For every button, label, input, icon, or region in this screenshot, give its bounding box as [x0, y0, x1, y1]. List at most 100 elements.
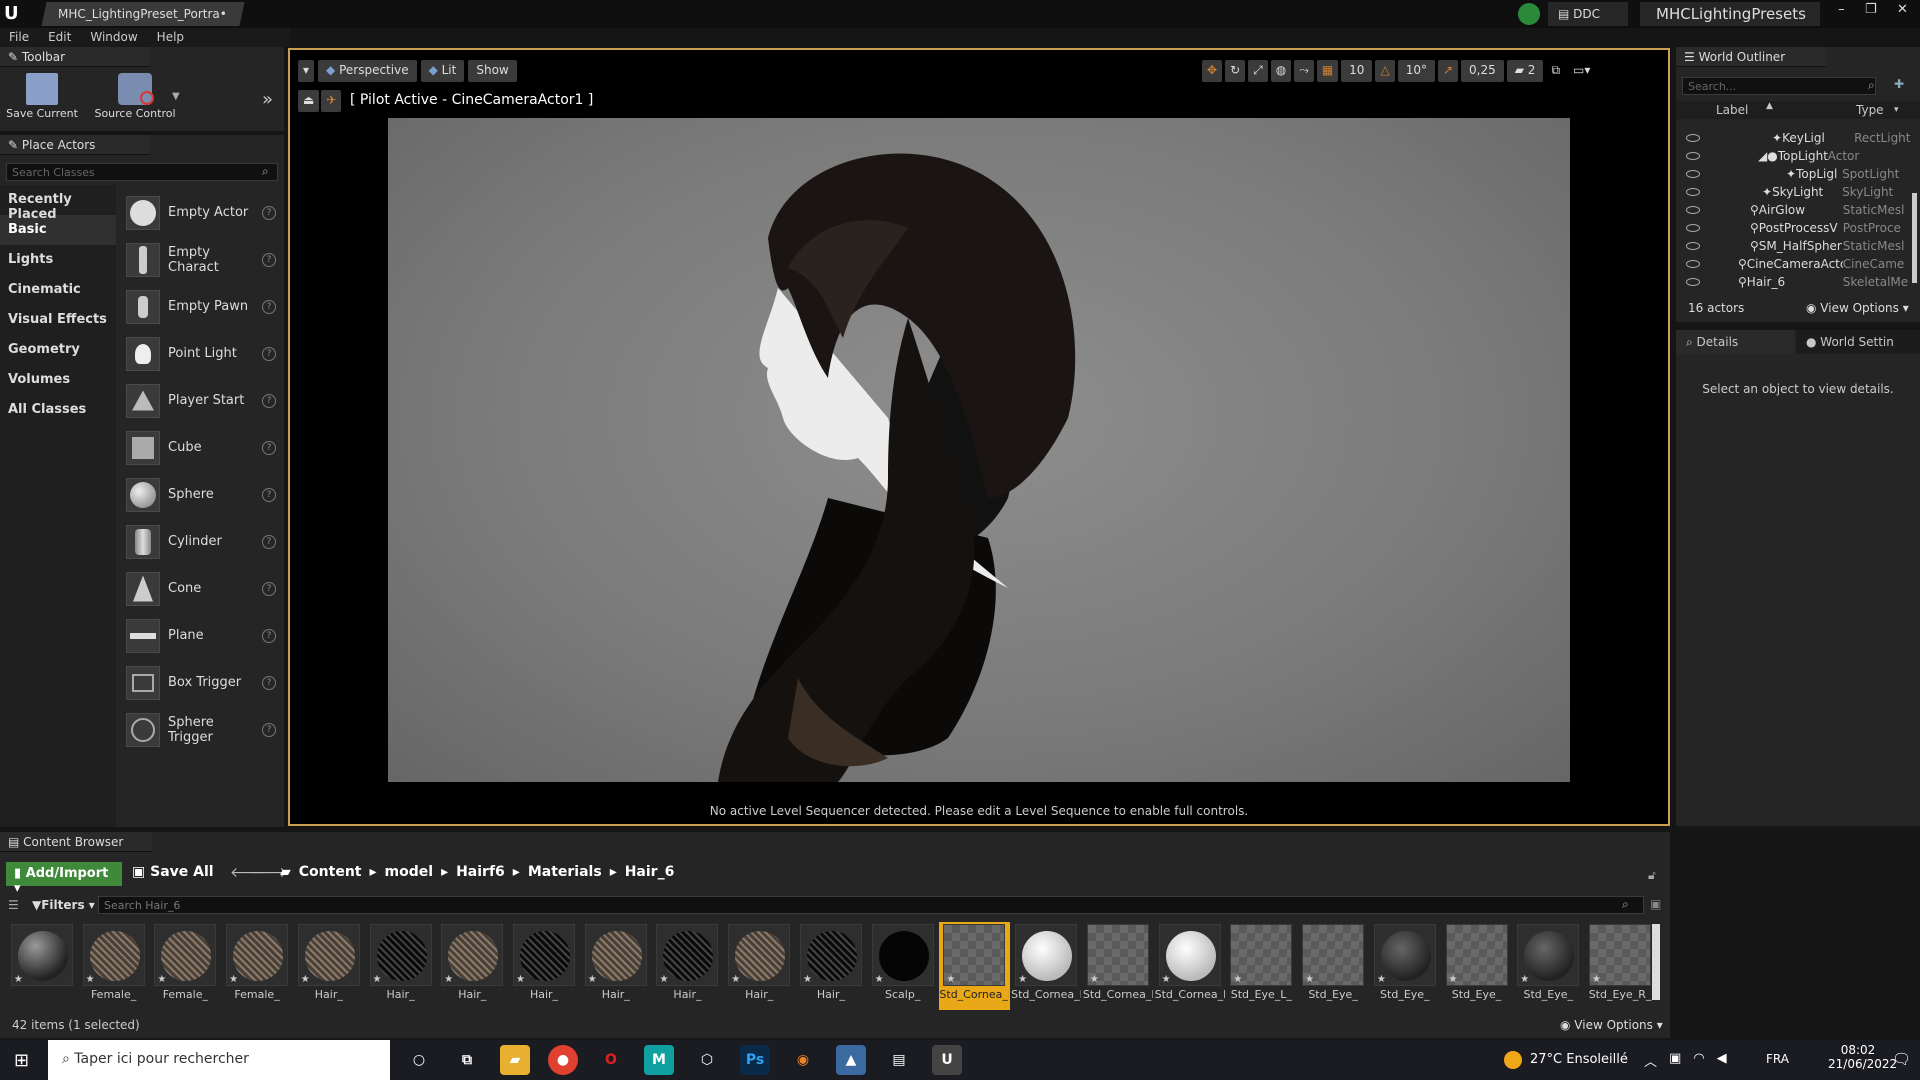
- actor-player-start[interactable]: Player Start?: [118, 377, 284, 424]
- category-volumes[interactable]: Volumes: [0, 365, 116, 395]
- breadcrumb-arrow-icon[interactable]: ▸: [610, 864, 617, 880]
- favorite-star-icon[interactable]: ★: [588, 974, 597, 985]
- maximize-icon[interactable]: ❐: [1865, 2, 1877, 22]
- outliner-row[interactable]: ✦ KeyLigl RectLight: [1676, 129, 1914, 147]
- 3d-viewer-icon[interactable]: ⬡: [692, 1045, 722, 1075]
- asset-tile[interactable]: ★ Female_: [78, 922, 150, 1010]
- category-lights[interactable]: Lights: [0, 245, 116, 275]
- scale-snap-icon[interactable]: ↗: [1437, 60, 1459, 82]
- surface-snap-icon[interactable]: ⤳: [1294, 60, 1314, 82]
- file-explorer-icon[interactable]: ▰: [500, 1045, 530, 1075]
- favorite-star-icon[interactable]: ★: [229, 974, 238, 985]
- clock[interactable]: 08:02 21/06/2022: [1828, 1043, 1897, 1071]
- favorite-star-icon[interactable]: ★: [1377, 974, 1386, 985]
- asset-tile[interactable]: ★ Female_: [149, 922, 221, 1010]
- asset-tile[interactable]: ★ Std_Cornea_L: [938, 922, 1011, 1010]
- outliner-row[interactable]: ✦ SkyLight SkyLight: [1676, 183, 1914, 201]
- menu-help[interactable]: Help: [148, 28, 194, 44]
- actor-point-light[interactable]: Point Light?: [118, 330, 284, 377]
- help-icon[interactable]: ?: [262, 440, 276, 455]
- ddc-indicator[interactable]: ▤ DDC: [1548, 2, 1628, 26]
- outliner-search-input[interactable]: Search...: [1682, 77, 1876, 95]
- content-view-options[interactable]: ◉ View Options ▾: [1560, 1018, 1663, 1032]
- eject-icon[interactable]: ⏏: [298, 90, 320, 112]
- outliner-row[interactable]: ✦ TopLigl SpotLight: [1676, 165, 1914, 183]
- asset-tile[interactable]: ★ Std_Cornea_L: [1010, 922, 1082, 1010]
- windows-start-icon[interactable]: ⊞: [14, 1050, 29, 1071]
- favorite-star-icon[interactable]: ★: [14, 974, 23, 985]
- help-icon[interactable]: ?: [262, 675, 276, 690]
- source-control-dropdown-icon[interactable]: ▼: [172, 91, 180, 102]
- breadcrumb-content[interactable]: Content: [299, 864, 362, 880]
- actor-plane[interactable]: Plane?: [118, 612, 284, 659]
- weather-text[interactable]: 27°C Ensoleillé: [1530, 1052, 1628, 1067]
- actor-sphere-trigger[interactable]: Sphere Trigger?: [118, 706, 284, 753]
- favorite-star-icon[interactable]: ★: [157, 974, 166, 985]
- visibility-eye-icon[interactable]: [1686, 170, 1700, 178]
- world-outliner-tab[interactable]: ☰ World Outliner: [1676, 47, 1826, 67]
- menu-edit[interactable]: Edit: [39, 28, 81, 44]
- search-icon[interactable]: ⌕: [262, 164, 269, 179]
- photos-icon[interactable]: ▲: [836, 1045, 866, 1075]
- asset-tile[interactable]: ★ Std_Eye_: [1441, 922, 1513, 1010]
- grid-snap-icon[interactable]: ▦: [1316, 60, 1339, 82]
- chrome-icon[interactable]: ●: [548, 1045, 578, 1075]
- lock-icon[interactable]: 🔓︎: [1648, 868, 1656, 883]
- help-icon[interactable]: ?: [262, 252, 276, 267]
- breadcrumb-hairf6[interactable]: Hairf6: [456, 864, 505, 880]
- asset-tile[interactable]: ★ Hair_: [436, 922, 508, 1010]
- help-icon[interactable]: ?: [262, 722, 276, 737]
- favorite-star-icon[interactable]: ★: [301, 974, 310, 985]
- actor-cone[interactable]: Cone?: [118, 565, 284, 612]
- visibility-eye-icon[interactable]: [1686, 188, 1700, 196]
- favorite-star-icon[interactable]: ★: [516, 974, 525, 985]
- network-icon[interactable]: ▣: [1669, 1051, 1681, 1070]
- visibility-eye-icon[interactable]: [1686, 278, 1700, 286]
- wifi-icon[interactable]: ◠: [1693, 1051, 1704, 1070]
- blender-icon[interactable]: ◉: [788, 1045, 818, 1075]
- photoshop-icon[interactable]: Ps: [740, 1045, 770, 1075]
- favorite-star-icon[interactable]: ★: [1233, 974, 1242, 985]
- cortana-icon[interactable]: ○: [404, 1045, 434, 1075]
- minimize-icon[interactable]: –: [1838, 2, 1845, 22]
- category-visual-effects[interactable]: Visual Effects: [0, 305, 116, 335]
- outliner-row[interactable]: ⚲ AirGlow StaticMesl: [1676, 201, 1914, 219]
- asset-tile[interactable]: ★ Hair_: [365, 922, 437, 1010]
- help-icon[interactable]: ?: [262, 628, 276, 643]
- source-control-button[interactable]: Source Control: [88, 71, 182, 135]
- breadcrumb-materials[interactable]: Materials: [528, 864, 602, 880]
- visibility-eye-icon[interactable]: [1686, 242, 1700, 250]
- favorite-star-icon[interactable]: ★: [946, 974, 955, 985]
- favorite-star-icon[interactable]: ★: [1090, 974, 1099, 985]
- show-button[interactable]: Show: [468, 60, 517, 82]
- help-icon[interactable]: ?: [262, 205, 276, 220]
- asset-tile[interactable]: ★ Std_Cornea_R: [1154, 922, 1226, 1010]
- help-icon[interactable]: ?: [262, 393, 276, 408]
- toolbar-tab[interactable]: ✎ Toolbar: [0, 47, 150, 67]
- scale-icon[interactable]: ⤢: [1248, 60, 1268, 82]
- app-window-icon[interactable]: ▤: [884, 1045, 914, 1075]
- add-import-button[interactable]: ▮ Add/Import ▾: [6, 862, 122, 896]
- details-tab[interactable]: ⌕ Details: [1676, 330, 1794, 354]
- asset-tile[interactable]: ★ Hair_: [723, 922, 795, 1010]
- favorite-star-icon[interactable]: ★: [1449, 974, 1458, 985]
- search-icon[interactable]: ⌕: [1868, 78, 1875, 93]
- rotate-icon[interactable]: ↻: [1225, 60, 1246, 82]
- favorite-star-icon[interactable]: ★: [373, 974, 382, 985]
- asset-tile[interactable]: ★ Std_Cornea_R: [1082, 922, 1154, 1010]
- menu-window[interactable]: Window: [81, 28, 147, 44]
- scene-render[interactable]: [388, 118, 1570, 782]
- favorite-star-icon[interactable]: ★: [803, 974, 812, 985]
- maximize-viewport-icon[interactable]: ⧉: [1546, 60, 1565, 82]
- category-cinematic[interactable]: Cinematic: [0, 275, 116, 305]
- category-all-classes[interactable]: All Classes: [0, 395, 116, 425]
- source-control-status-icon[interactable]: [1518, 3, 1540, 25]
- visibility-eye-icon[interactable]: [1686, 152, 1700, 160]
- toolbar-expand-icon[interactable]: »: [262, 89, 273, 110]
- favorite-star-icon[interactable]: ★: [1305, 974, 1314, 985]
- visibility-eye-icon[interactable]: [1686, 206, 1700, 214]
- viewport-options-dropdown[interactable]: ▾: [298, 60, 315, 82]
- actor-empty-pawn[interactable]: Empty Pawn?: [118, 283, 284, 330]
- camera-lock-icon[interactable]: ✈: [321, 90, 342, 112]
- favorite-star-icon[interactable]: ★: [1162, 974, 1171, 985]
